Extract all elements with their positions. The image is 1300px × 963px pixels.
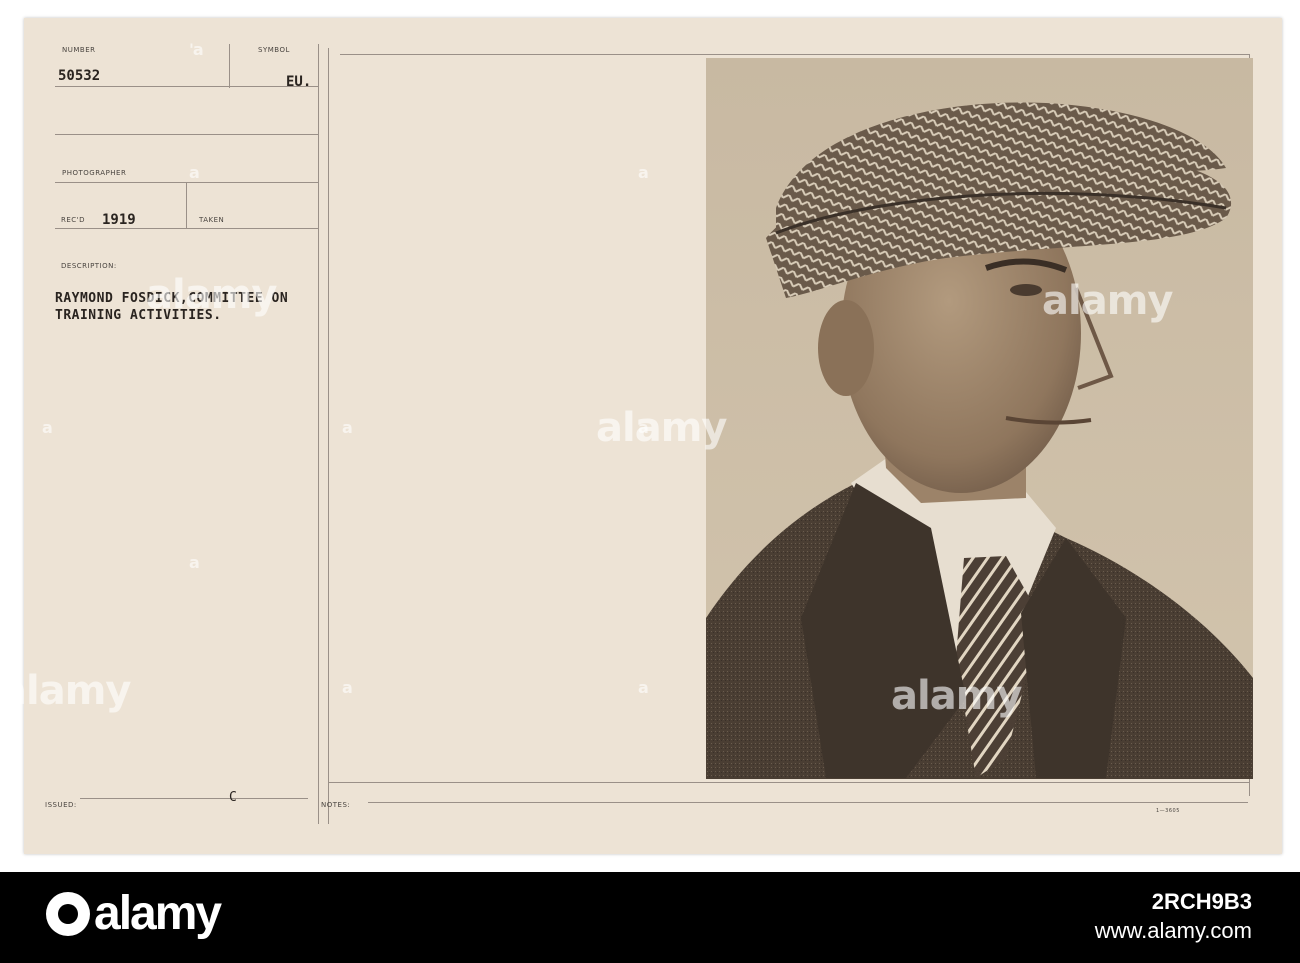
recd-line — [55, 228, 318, 229]
symbol-label: SYMBOL — [258, 46, 290, 54]
issued-label: ISSUED: — [45, 801, 77, 809]
watermark-mark: a — [189, 553, 200, 572]
symbol-value: EU. — [286, 74, 312, 90]
recd-taken-divider — [186, 182, 187, 228]
frame-left — [328, 48, 329, 824]
watermark-mark: a — [342, 418, 353, 437]
number-value: 50532 — [58, 68, 101, 84]
photographer-label: PHOTOGRAPHER — [62, 169, 127, 177]
portrait-photo: alamy alamy — [706, 58, 1253, 779]
watermark-mark: 'a — [189, 40, 204, 59]
footer-logo: alamy — [46, 886, 222, 941]
description-label: DESCRIPTION: — [61, 262, 117, 270]
watermark-mark: a — [342, 678, 353, 697]
number-line — [55, 86, 318, 87]
recd-value: 1919 — [102, 212, 136, 228]
watermark-mark: a — [189, 163, 200, 182]
form-code: 1—3605 — [1156, 808, 1180, 814]
portrait-illustration — [706, 58, 1253, 779]
taken-label: TAKEN — [199, 216, 225, 224]
issued-mark: C — [229, 790, 237, 805]
alamy-logo-icon — [46, 891, 90, 936]
card-watermark: alamy — [0, 668, 131, 714]
number-label: NUMBER — [62, 46, 96, 54]
watermark-mark: a — [638, 678, 649, 697]
card-watermark: alamy — [596, 405, 727, 451]
site-url[interactable]: www.alamy.com — [1095, 916, 1252, 946]
issued-line — [80, 798, 308, 799]
watermark-mark: a — [638, 163, 649, 182]
photo-watermark: alamy — [891, 673, 1022, 719]
footer-logo-text: alamy — [94, 887, 222, 940]
frame-bottom — [328, 782, 1250, 783]
section-line-1 — [55, 134, 318, 135]
number-symbol-divider — [229, 44, 230, 88]
stock-footer: alamy 2RCH9B3 www.alamy.com — [0, 872, 1300, 963]
footer-meta: 2RCH9B3 www.alamy.com — [1095, 888, 1252, 946]
card-watermark: alamy — [146, 272, 277, 318]
frame-top — [340, 54, 1250, 55]
watermark-mark: a — [42, 418, 53, 437]
left-panel-divider — [318, 44, 319, 824]
recd-label: REC'D — [61, 216, 85, 224]
photo-watermark: alamy — [1042, 278, 1173, 324]
notes-line — [368, 802, 1248, 803]
notes-label: NOTES: — [321, 801, 351, 809]
stock-id: 2RCH9B3 — [1151, 889, 1252, 914]
